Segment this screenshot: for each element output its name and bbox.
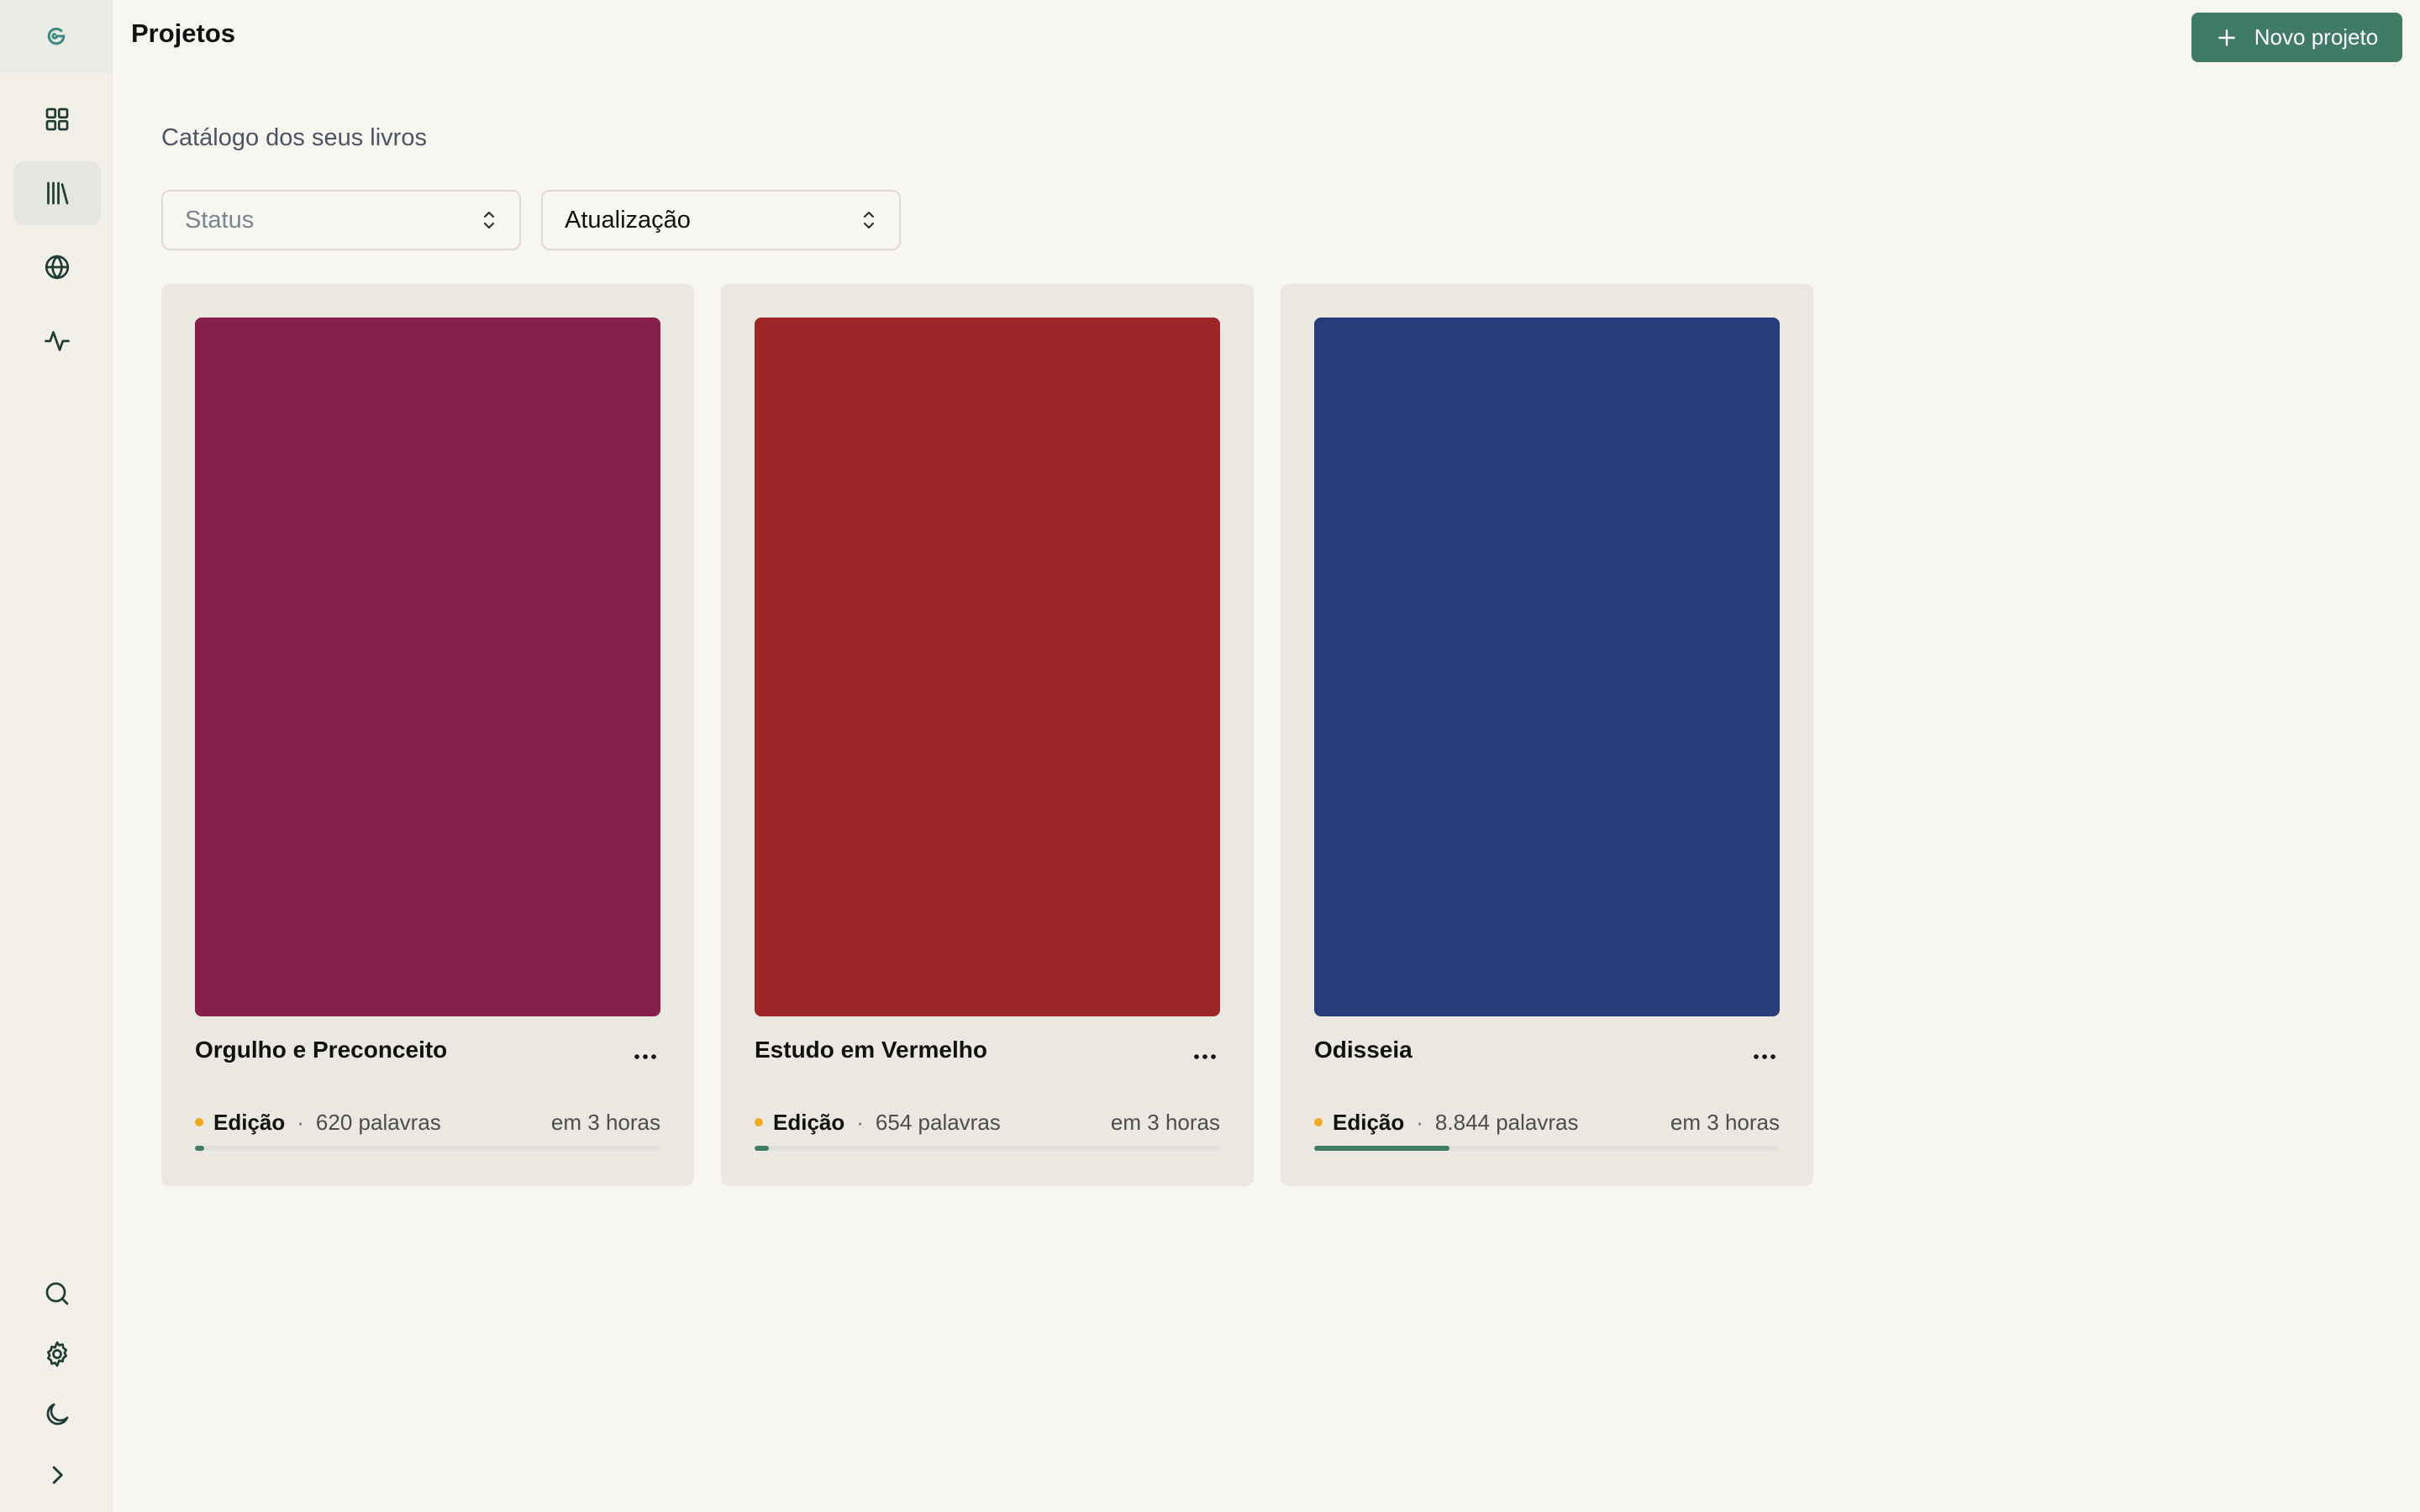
- chevron-right-icon: [52, 1466, 63, 1484]
- chevron-up-down-icon: [483, 211, 495, 229]
- activity-icon: [45, 331, 70, 351]
- updated-time: em 3 horas: [550, 1109, 660, 1135]
- ellipsis-icon: [1194, 1054, 1216, 1059]
- status-dot: [755, 1118, 763, 1126]
- book-cover[interactable]: [195, 318, 660, 1016]
- book-title: Odisseia: [1314, 1037, 1413, 1063]
- book-card[interactable]: Odisseia Edição · 8.844 palavras em 3 ho…: [1281, 284, 1813, 1186]
- sort-select[interactable]: Atualização: [541, 190, 901, 250]
- status-dot: [195, 1118, 203, 1126]
- more-options-button[interactable]: [629, 1040, 662, 1074]
- book-meta: Edição · 620 palavras em 3 horas: [195, 1107, 660, 1137]
- sidebar-item-settings[interactable]: [13, 1322, 101, 1386]
- gear-icon: [47, 1341, 67, 1368]
- book-card[interactable]: Estudo em Vermelho Edição · 654 palavras…: [721, 284, 1254, 1186]
- book-meta: Edição · 8.844 palavras em 3 horas: [1314, 1107, 1780, 1137]
- updated-time: em 3 horas: [1670, 1109, 1780, 1135]
- sidebar-item-library[interactable]: [13, 161, 101, 225]
- sidebar: [0, 0, 113, 1512]
- book-card[interactable]: Orgulho e Preconceito Edição · 620 palav…: [161, 284, 694, 1186]
- new-project-label: Novo projeto: [2254, 24, 2379, 50]
- progress-bar: [1314, 1146, 1780, 1151]
- status-filter-placeholder: Status: [185, 206, 255, 234]
- word-count: 8.844 palavras: [1434, 1109, 1579, 1135]
- search-icon: [45, 1282, 69, 1305]
- logo[interactable]: [0, 0, 113, 72]
- status-label: Edição: [213, 1109, 286, 1135]
- sidebar-item-dashboard[interactable]: [13, 87, 101, 151]
- app: Projetos Novo projeto Catálogo dos seus …: [0, 0, 2420, 1512]
- page-title: Projetos: [131, 18, 236, 48]
- sidebar-item-search[interactable]: [13, 1262, 101, 1326]
- library-icon: [47, 181, 69, 205]
- new-project-button[interactable]: Novo projeto: [2191, 13, 2402, 62]
- status-filter-select[interactable]: Status: [161, 190, 521, 250]
- book-title: Orgulho e Preconceito: [195, 1037, 448, 1063]
- grid-icon: [45, 108, 69, 131]
- moon-icon: [46, 1403, 69, 1425]
- book-title: Estudo em Vermelho: [755, 1037, 987, 1063]
- chevron-up-down-icon: [863, 211, 875, 229]
- sidebar-item-theme[interactable]: [13, 1383, 101, 1446]
- sort-select-value: Atualização: [565, 206, 691, 234]
- book-cover[interactable]: [755, 318, 1220, 1016]
- book-cover[interactable]: [1314, 318, 1780, 1016]
- book-meta: Edição · 654 palavras em 3 horas: [755, 1107, 1220, 1137]
- more-options-button[interactable]: [1188, 1040, 1222, 1074]
- progress-bar: [195, 1146, 660, 1151]
- word-count: 620 palavras: [315, 1109, 441, 1135]
- meta-separator: ·: [856, 1109, 864, 1135]
- sidebar-expand-button[interactable]: [13, 1443, 101, 1507]
- globe-icon: [45, 255, 70, 280]
- progress-fill: [1314, 1146, 1449, 1151]
- progress-fill: [755, 1146, 769, 1151]
- ellipsis-icon: [1754, 1054, 1776, 1059]
- catalog-subtitle: Catálogo dos seus livros: [161, 124, 427, 151]
- plus-icon: [2217, 29, 2235, 46]
- progress-bar: [755, 1146, 1220, 1151]
- sidebar-item-activity[interactable]: [13, 309, 101, 373]
- ellipsis-icon: [634, 1054, 656, 1059]
- updated-time: em 3 horas: [1110, 1109, 1220, 1135]
- status-label: Edição: [773, 1109, 845, 1135]
- more-options-button[interactable]: [1748, 1040, 1781, 1074]
- meta-separator: ·: [1416, 1109, 1423, 1135]
- word-count: 654 palavras: [875, 1109, 1001, 1135]
- meta-separator: ·: [297, 1109, 304, 1135]
- sidebar-item-world[interactable]: [13, 235, 101, 299]
- progress-fill: [195, 1146, 205, 1151]
- swirl-logo-icon: [47, 27, 66, 45]
- status-label: Edição: [1333, 1109, 1405, 1135]
- status-dot: [1314, 1118, 1323, 1126]
